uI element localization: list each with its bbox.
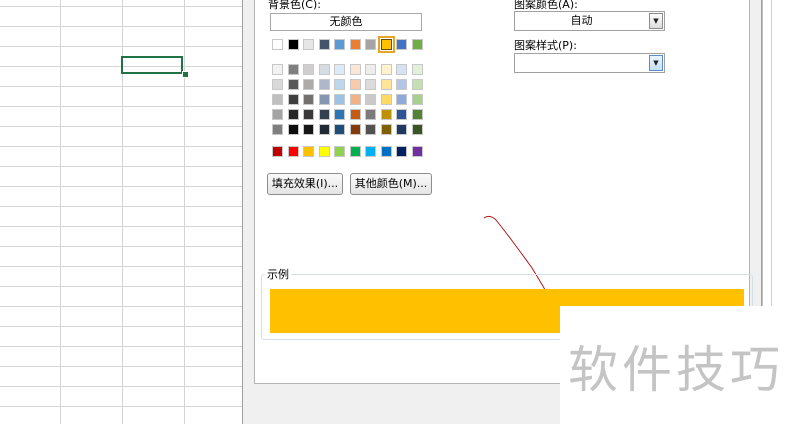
color-swatch[interactable]: [365, 39, 376, 50]
color-swatch[interactable]: [319, 79, 330, 90]
color-swatch[interactable]: [303, 109, 314, 120]
standard-color-swatch[interactable]: [272, 146, 283, 157]
color-swatch[interactable]: [381, 94, 392, 105]
color-swatch[interactable]: [396, 64, 407, 75]
color-swatch[interactable]: [288, 94, 299, 105]
color-swatch[interactable]: [334, 94, 345, 105]
color-swatch[interactable]: [334, 109, 345, 120]
pattern-color-dropdown[interactable]: 自动 ▼: [514, 11, 665, 31]
color-swatch[interactable]: [288, 124, 299, 135]
color-swatch[interactable]: [412, 94, 423, 105]
color-swatch[interactable]: [272, 64, 283, 75]
color-swatch[interactable]: [334, 39, 345, 50]
color-swatch[interactable]: [272, 39, 283, 50]
color-swatch[interactable]: [365, 109, 376, 120]
color-swatch[interactable]: [334, 79, 345, 90]
standard-color-swatch[interactable]: [365, 146, 376, 157]
chevron-down-icon[interactable]: ▼: [649, 55, 663, 71]
color-swatch[interactable]: [288, 109, 299, 120]
standard-color-swatch[interactable]: [334, 146, 345, 157]
color-swatch[interactable]: [272, 109, 283, 120]
color-swatch[interactable]: [381, 124, 392, 135]
window-edge: [762, 0, 800, 306]
more-colors-button[interactable]: 其他颜色(M)...: [350, 173, 432, 195]
color-swatch[interactable]: [412, 109, 423, 120]
standard-color-swatch[interactable]: [412, 146, 423, 157]
color-swatch[interactable]: [319, 39, 330, 50]
color-swatch[interactable]: [350, 124, 361, 135]
spreadsheet-grid[interactable]: [0, 0, 242, 424]
color-swatch[interactable]: [288, 64, 299, 75]
standard-color-swatch[interactable]: [319, 146, 330, 157]
color-swatch[interactable]: [396, 94, 407, 105]
watermark-text: 软件技巧: [568, 341, 784, 399]
color-swatch[interactable]: [365, 124, 376, 135]
color-swatch[interactable]: [303, 64, 314, 75]
fill-effects-button[interactable]: 填充效果(I)...: [267, 173, 343, 195]
color-swatch[interactable]: [319, 124, 330, 135]
color-swatch[interactable]: [350, 39, 361, 50]
color-swatch[interactable]: [365, 64, 376, 75]
color-swatch[interactable]: [350, 109, 361, 120]
color-swatch[interactable]: [412, 64, 423, 75]
color-swatch[interactable]: [350, 64, 361, 75]
color-swatch[interactable]: [319, 64, 330, 75]
color-swatch[interactable]: [381, 109, 392, 120]
color-swatch[interactable]: [303, 94, 314, 105]
color-swatch[interactable]: [272, 79, 283, 90]
color-swatch[interactable]: [272, 94, 283, 105]
sample-label: 示例: [265, 266, 291, 282]
selected-cell[interactable]: [121, 56, 183, 74]
standard-color-swatch[interactable]: [303, 146, 314, 157]
standard-color-swatch[interactable]: [288, 146, 299, 157]
color-swatch[interactable]: [412, 79, 423, 90]
chevron-down-icon[interactable]: ▼: [649, 13, 663, 29]
color-swatch[interactable]: [303, 124, 314, 135]
no-color-button[interactable]: 无颜色: [270, 13, 422, 31]
color-swatch[interactable]: [319, 94, 330, 105]
standard-color-swatch[interactable]: [396, 146, 407, 157]
color-swatch[interactable]: [412, 124, 423, 135]
color-swatch[interactable]: [365, 94, 376, 105]
color-swatch[interactable]: [303, 79, 314, 90]
color-swatch[interactable]: [381, 64, 392, 75]
color-swatch[interactable]: [396, 109, 407, 120]
color-swatch[interactable]: [334, 64, 345, 75]
color-swatch[interactable]: [350, 94, 361, 105]
color-swatch[interactable]: [288, 39, 299, 50]
color-swatch[interactable]: [396, 124, 407, 135]
color-swatch[interactable]: [365, 79, 376, 90]
color-swatch[interactable]: [412, 39, 423, 50]
pattern-style-dropdown[interactable]: ▼: [514, 53, 665, 73]
pattern-color-value: 自动: [570, 14, 593, 27]
color-swatch[interactable]: [396, 79, 407, 90]
color-swatch[interactable]: [288, 79, 299, 90]
background-color-label: 背景色(C):: [268, 0, 321, 11]
fill-handle[interactable]: [182, 71, 189, 78]
color-swatch[interactable]: [303, 39, 314, 50]
standard-color-swatch[interactable]: [350, 146, 361, 157]
color-swatch[interactable]: [272, 124, 283, 135]
color-swatch[interactable]: [396, 39, 407, 50]
color-swatch[interactable]: [319, 109, 330, 120]
pattern-style-label: 图案样式(P):: [514, 39, 577, 52]
color-swatch[interactable]: [334, 124, 345, 135]
color-swatch[interactable]: [381, 79, 392, 90]
color-swatch[interactable]: [378, 36, 395, 53]
standard-color-swatch[interactable]: [381, 146, 392, 157]
color-swatch[interactable]: [350, 79, 361, 90]
